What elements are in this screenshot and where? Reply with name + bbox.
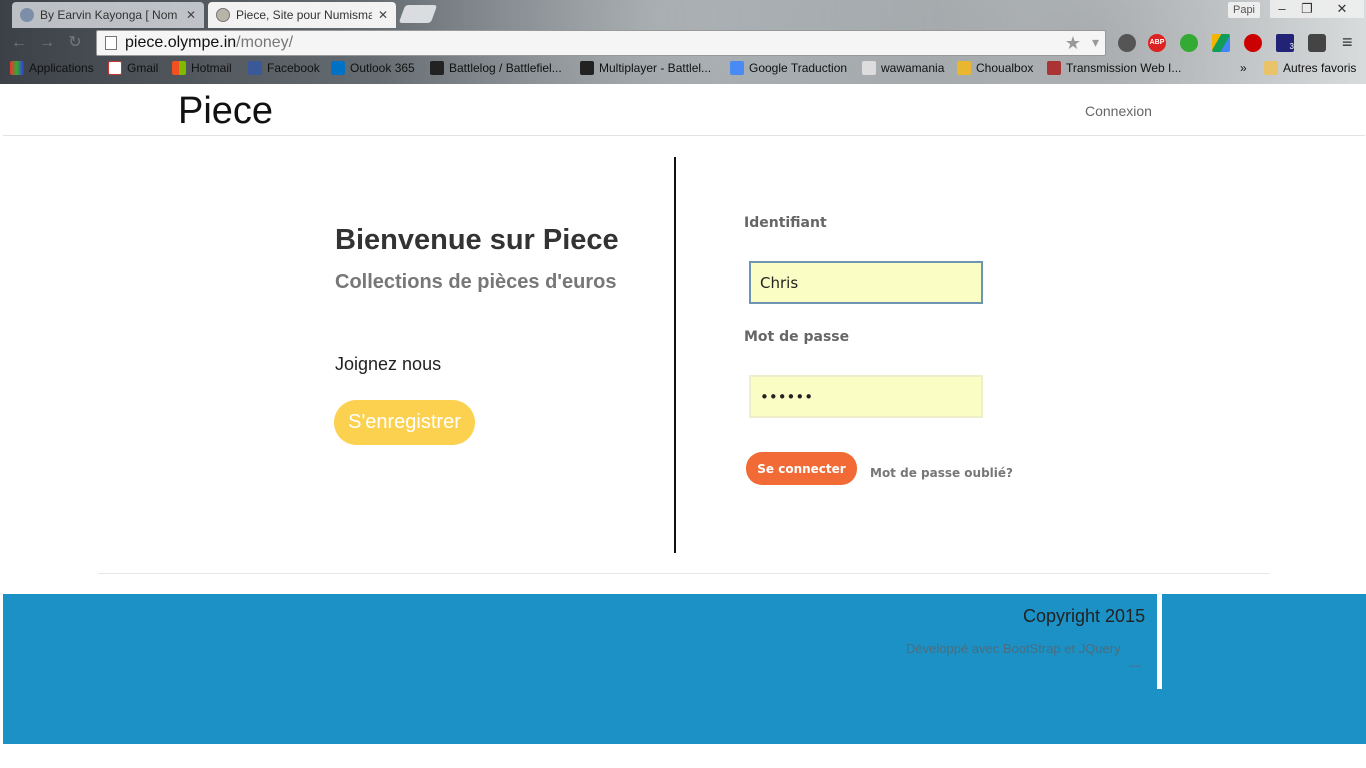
vertical-divider: [674, 157, 676, 553]
balloon-icon[interactable]: [1180, 34, 1198, 52]
translate-icon: [730, 61, 744, 75]
welcome-subtitle: Collections de pièces d'euros: [335, 271, 617, 293]
tab-earvin[interactable]: By Earvin Kayonga [ Nom ✕: [12, 2, 204, 28]
forward-icon[interactable]: →: [38, 34, 56, 52]
windows-icon: [172, 61, 186, 75]
bookmark-wawamania[interactable]: wawamania: [862, 61, 944, 75]
join-text: Joignez nous: [335, 354, 442, 374]
username-label: Identifiant: [744, 215, 827, 231]
bookmark-applications[interactable]: Applications: [10, 61, 94, 75]
url-host: piece.olympe.in: [125, 34, 237, 51]
username-input[interactable]: [749, 261, 983, 304]
bookmark-label: Multiplayer - Battlel...: [599, 61, 712, 75]
bookmark-label: Applications: [29, 61, 94, 75]
browser-chrome: By Earvin Kayonga [ Nom ✕ Piece, Site po…: [0, 0, 1366, 84]
bookmark-label: Choualbox: [976, 61, 1034, 75]
login-button[interactable]: Se connecter: [746, 452, 857, 485]
profile-button[interactable]: Papi: [1228, 2, 1260, 18]
bookmark-battlelog[interactable]: Battlelog / Battlefiel...: [430, 61, 562, 75]
site-brand[interactable]: Piece: [178, 90, 273, 133]
maximize-button[interactable]: ❐: [1294, 0, 1320, 18]
choualbox-icon: [957, 61, 971, 75]
page-icon: [105, 36, 117, 50]
battlelog-icon: [430, 61, 444, 75]
tools-icon[interactable]: [1308, 34, 1326, 52]
gmail-icon: [108, 61, 122, 75]
content-divider: [98, 573, 1269, 574]
tab-piece[interactable]: Piece, Site pour Numisma ✕: [208, 2, 396, 28]
ublock-icon[interactable]: [1244, 34, 1262, 52]
star-icon[interactable]: ★: [1065, 33, 1081, 54]
tab-strip: By Earvin Kayonga [ Nom ✕ Piece, Site po…: [0, 0, 1366, 28]
tab-title: By Earvin Kayonga [ Nom: [40, 8, 178, 22]
password-input[interactable]: [749, 375, 983, 418]
menu-icon[interactable]: ≡: [1342, 32, 1353, 53]
bookmarks-overflow[interactable]: »: [1240, 61, 1247, 75]
adblock-icon[interactable]: ABP: [1148, 34, 1166, 52]
outlook-icon: [331, 61, 345, 75]
bookmark-choualbox[interactable]: Choualbox: [957, 61, 1033, 75]
bookmark-label: Transmission Web I...: [1066, 61, 1182, 75]
copyright-text: Copyright 2015: [1023, 606, 1146, 626]
bookmark-label: wawamania: [881, 61, 945, 75]
bookmark-facebook[interactable]: Facebook: [248, 61, 320, 75]
badge-icon[interactable]: 3: [1276, 34, 1294, 52]
transmission-icon: [1047, 61, 1061, 75]
footer-dash: —: [1129, 658, 1141, 672]
reload-icon[interactable]: ↻: [66, 34, 84, 52]
bookmark-gmail[interactable]: Gmail: [108, 61, 158, 75]
tab-title: Piece, Site pour Numisma: [236, 8, 372, 22]
nav-connexion-link[interactable]: Connexion: [1085, 103, 1152, 119]
bookmark-outlook[interactable]: Outlook 365: [331, 61, 415, 75]
url-path: /money/: [236, 34, 294, 51]
forgot-password-link[interactable]: Mot de passe oublié?: [870, 466, 1013, 480]
bookmark-multiplayer[interactable]: Multiplayer - Battlel...: [580, 61, 711, 75]
folder-icon: [1264, 61, 1278, 75]
page: Piece Connexion Bienvenue sur Piece Coll…: [0, 84, 1366, 768]
bookmark-label: Hotmail: [191, 61, 232, 75]
password-label: Mot de passe: [744, 329, 850, 345]
new-tab-button[interactable]: [398, 5, 438, 23]
close-window-button[interactable]: ✕: [1320, 0, 1364, 18]
bookmark-label: Autres favoris: [1283, 61, 1357, 75]
facebook-icon: [248, 61, 262, 75]
bookmark-other[interactable]: Autres favoris: [1264, 61, 1356, 75]
address-bar[interactable]: piece.olympe.in /money/ ★ ▾: [96, 30, 1106, 56]
shield-icon[interactable]: ▾: [1092, 34, 1099, 51]
site-navbar: Piece Connexion: [3, 84, 1365, 136]
back-icon[interactable]: ←: [10, 34, 28, 52]
minimize-button[interactable]: –: [1270, 0, 1294, 18]
bookmark-label: Battlelog / Battlefiel...: [449, 61, 562, 75]
developed-with-text: Développé avec BootStrap et JQuery: [906, 641, 1121, 656]
bookmark-label: Gmail: [127, 61, 159, 75]
bookmark-hotmail[interactable]: Hotmail: [172, 61, 232, 75]
battlelog-icon: [580, 61, 594, 75]
register-button[interactable]: S'enregistrer: [334, 400, 475, 445]
apps-icon: [10, 61, 24, 75]
bookmark-transmission[interactable]: Transmission Web I...: [1047, 61, 1181, 75]
bookmarks-bar: Applications Gmail Hotmail Facebook Outl…: [0, 58, 1366, 83]
close-icon[interactable]: ✕: [186, 8, 196, 22]
bookmark-label: Google Traduction: [749, 61, 848, 75]
wawamania-icon: [862, 61, 876, 75]
welcome-title: Bienvenue sur Piece: [335, 224, 619, 256]
globe-icon: [20, 8, 34, 22]
bookmark-label: Facebook: [267, 61, 320, 75]
steering-icon[interactable]: [1118, 34, 1136, 52]
footer-accent-bar: [1157, 594, 1162, 689]
bookmark-label: Outlook 365: [350, 61, 415, 75]
bookmark-traduction[interactable]: Google Traduction: [730, 61, 847, 75]
coin-icon: [216, 8, 230, 22]
close-icon[interactable]: ✕: [378, 8, 388, 22]
site-footer: Copyright 2015 Développé avec BootStrap …: [3, 594, 1366, 744]
drive-icon[interactable]: [1212, 34, 1230, 52]
